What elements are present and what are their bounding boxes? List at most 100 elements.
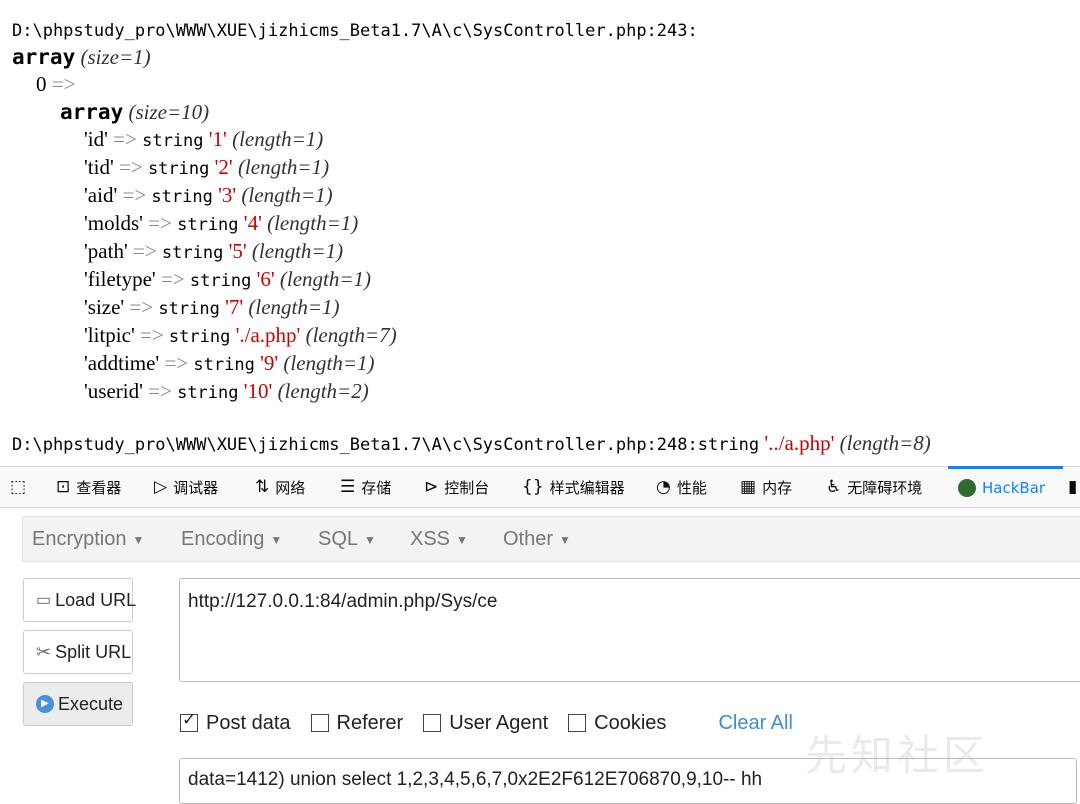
split-url-button[interactable]: ✂ Split URL: [23, 630, 133, 674]
tab-style-editor[interactable]: {} 样式编辑器: [522, 467, 625, 507]
array-entry: 'tid' => string '2' (length=1): [84, 154, 329, 182]
style-editor-icon: {}: [522, 477, 544, 497]
user-agent-checkbox[interactable]: User Agent: [423, 712, 548, 735]
dump-path-243: D:\phpstudy_pro\WWW\XUE\jizhicms_Beta1.7…: [12, 21, 698, 41]
load-url-icon: ▭: [36, 592, 52, 609]
index-line: 0 =>: [36, 71, 75, 97]
entry-arrow: =>: [113, 127, 137, 151]
dump-path-248: D:\phpstudy_pro\WWW\XUE\jizhicms_Beta1.7…: [12, 435, 760, 455]
entry-length: (length=7): [305, 323, 397, 347]
index-arrow: =>: [51, 72, 76, 96]
entry-type: string: [168, 327, 231, 347]
inner-array-line: array (size=10): [60, 99, 209, 125]
clear-all-link[interactable]: Clear All: [718, 712, 792, 735]
tab-network[interactable]: ⇅ 网络: [255, 467, 305, 507]
menu-xss[interactable]: XSS ▼: [410, 517, 468, 561]
inner-array-label: array: [60, 100, 124, 124]
overflow-icon[interactable]: ▮: [1068, 467, 1077, 507]
entry-value: '10': [243, 379, 273, 403]
hackbar-menu: Encryption ▼ Encoding ▼ SQL ▼ XSS ▼ Other ▼: [22, 516, 1080, 562]
entry-value: './a.php': [235, 323, 301, 347]
entry-type: string: [158, 299, 220, 319]
entry-arrow: =>: [139, 323, 164, 347]
entry-key: 'addtime': [84, 351, 160, 375]
entry-length: (length=1): [248, 295, 340, 319]
accessibility-icon: ♿: [826, 477, 842, 497]
chevron-down-icon: ▼: [132, 532, 145, 547]
entry-length: (length=1): [283, 351, 375, 375]
entry-arrow: =>: [160, 267, 185, 291]
entry-arrow: =>: [148, 379, 172, 403]
entry-value: '2': [214, 155, 233, 179]
entry-length: (length=1): [232, 127, 324, 151]
hackbar-icon: [958, 478, 976, 497]
menu-other[interactable]: Other ▼: [503, 517, 571, 561]
referer-checkbox[interactable]: Referer: [310, 712, 403, 735]
path2-value: '../a.php': [764, 431, 835, 455]
entry-length: (length=1): [251, 239, 344, 263]
memory-icon: ▦: [740, 477, 757, 497]
chevron-down-icon: ▼: [456, 532, 468, 547]
entry-value: '6': [256, 267, 275, 291]
checkbox-checked-icon: [180, 710, 198, 732]
cookies-checkbox[interactable]: Cookies: [568, 712, 666, 735]
entry-length: (length=1): [279, 267, 372, 291]
checkbox-icon: [310, 714, 329, 732]
entry-key: 'aid': [84, 183, 118, 207]
tab-console[interactable]: ⊳ 控制台: [424, 467, 489, 507]
entry-arrow: =>: [119, 155, 143, 179]
load-url-button[interactable]: ▭ Load URL: [23, 578, 136, 622]
entry-value: '3': [218, 183, 237, 207]
var-dump-output: D:\phpstudy_pro\WWW\XUE\jizhicms_Beta1.7…: [12, 0, 1078, 462]
array-entry: 'molds' => string '4' (length=1): [84, 210, 358, 238]
entry-arrow: =>: [164, 351, 189, 375]
outer-array-line: array (size=1): [12, 44, 151, 70]
entry-key: 'size': [84, 295, 125, 319]
performance-icon: ◔: [656, 477, 671, 497]
debugger-icon: ▷: [154, 477, 168, 497]
tab-inspector[interactable]: ⊡ 查看器: [56, 467, 121, 507]
storage-icon: ☰: [340, 477, 356, 497]
checkbox-icon: [568, 714, 587, 732]
tab-performance[interactable]: ◔ 性能: [656, 467, 707, 507]
post-data-input[interactable]: data=1412) union select 1,2,3,4,5,6,7,0x…: [179, 758, 1077, 804]
menu-encryption[interactable]: Encryption ▼: [32, 517, 144, 561]
entry-value: '9': [260, 351, 279, 375]
play-icon: ▶: [36, 695, 54, 713]
entry-type: string: [161, 243, 224, 263]
execute-button[interactable]: ▶ Execute: [23, 682, 133, 726]
entry-key: 'litpic': [84, 323, 135, 347]
entry-value: '7': [225, 295, 244, 319]
menu-sql[interactable]: SQL ▼: [318, 517, 376, 561]
checkbox-icon: [423, 714, 442, 732]
entry-key: 'molds': [84, 211, 143, 235]
tab-hackbar[interactable]: HackBar: [948, 466, 1063, 506]
index-key: 0: [36, 72, 47, 96]
path2-length: (length=8): [839, 431, 931, 455]
entry-value: '5': [228, 239, 247, 263]
tab-storage[interactable]: ☰ 存储: [340, 467, 391, 507]
tab-accessibility[interactable]: ♿ 无障碍环境: [826, 467, 922, 507]
chevron-down-icon: ▼: [364, 532, 376, 547]
array-entry: 'userid' => string '10' (length=2): [84, 378, 369, 406]
entry-key: 'userid': [84, 379, 143, 403]
entry-length: (length=1): [241, 183, 333, 207]
entry-length: (length=1): [267, 211, 359, 235]
post-data-checkbox[interactable]: Post data: [180, 710, 291, 735]
entry-key: 'id': [84, 127, 108, 151]
options-row: Post data Referer User Agent Cookies Cle…: [180, 708, 793, 738]
element-picker-button[interactable]: ⬚: [10, 467, 26, 507]
scissors-icon: ✂: [36, 641, 52, 662]
menu-encoding[interactable]: Encoding ▼: [181, 517, 282, 561]
url-input[interactable]: http://127.0.0.1:84/admin.php/Sys/ce: [179, 578, 1080, 682]
entry-type: string: [189, 271, 252, 291]
entry-arrow: =>: [122, 183, 147, 207]
tab-memory[interactable]: ▦ 内存: [740, 467, 792, 507]
array-entry: 'id' => string '1' (length=1): [84, 126, 323, 154]
outer-array-size: (size=1): [80, 45, 151, 69]
entry-arrow: =>: [148, 211, 172, 235]
tab-debugger[interactable]: ▷ 调试器: [154, 467, 218, 507]
array-entry: 'filetype' => string '6' (length=1): [84, 266, 371, 294]
entry-key: 'tid': [84, 155, 114, 179]
entry-arrow: =>: [129, 295, 154, 319]
